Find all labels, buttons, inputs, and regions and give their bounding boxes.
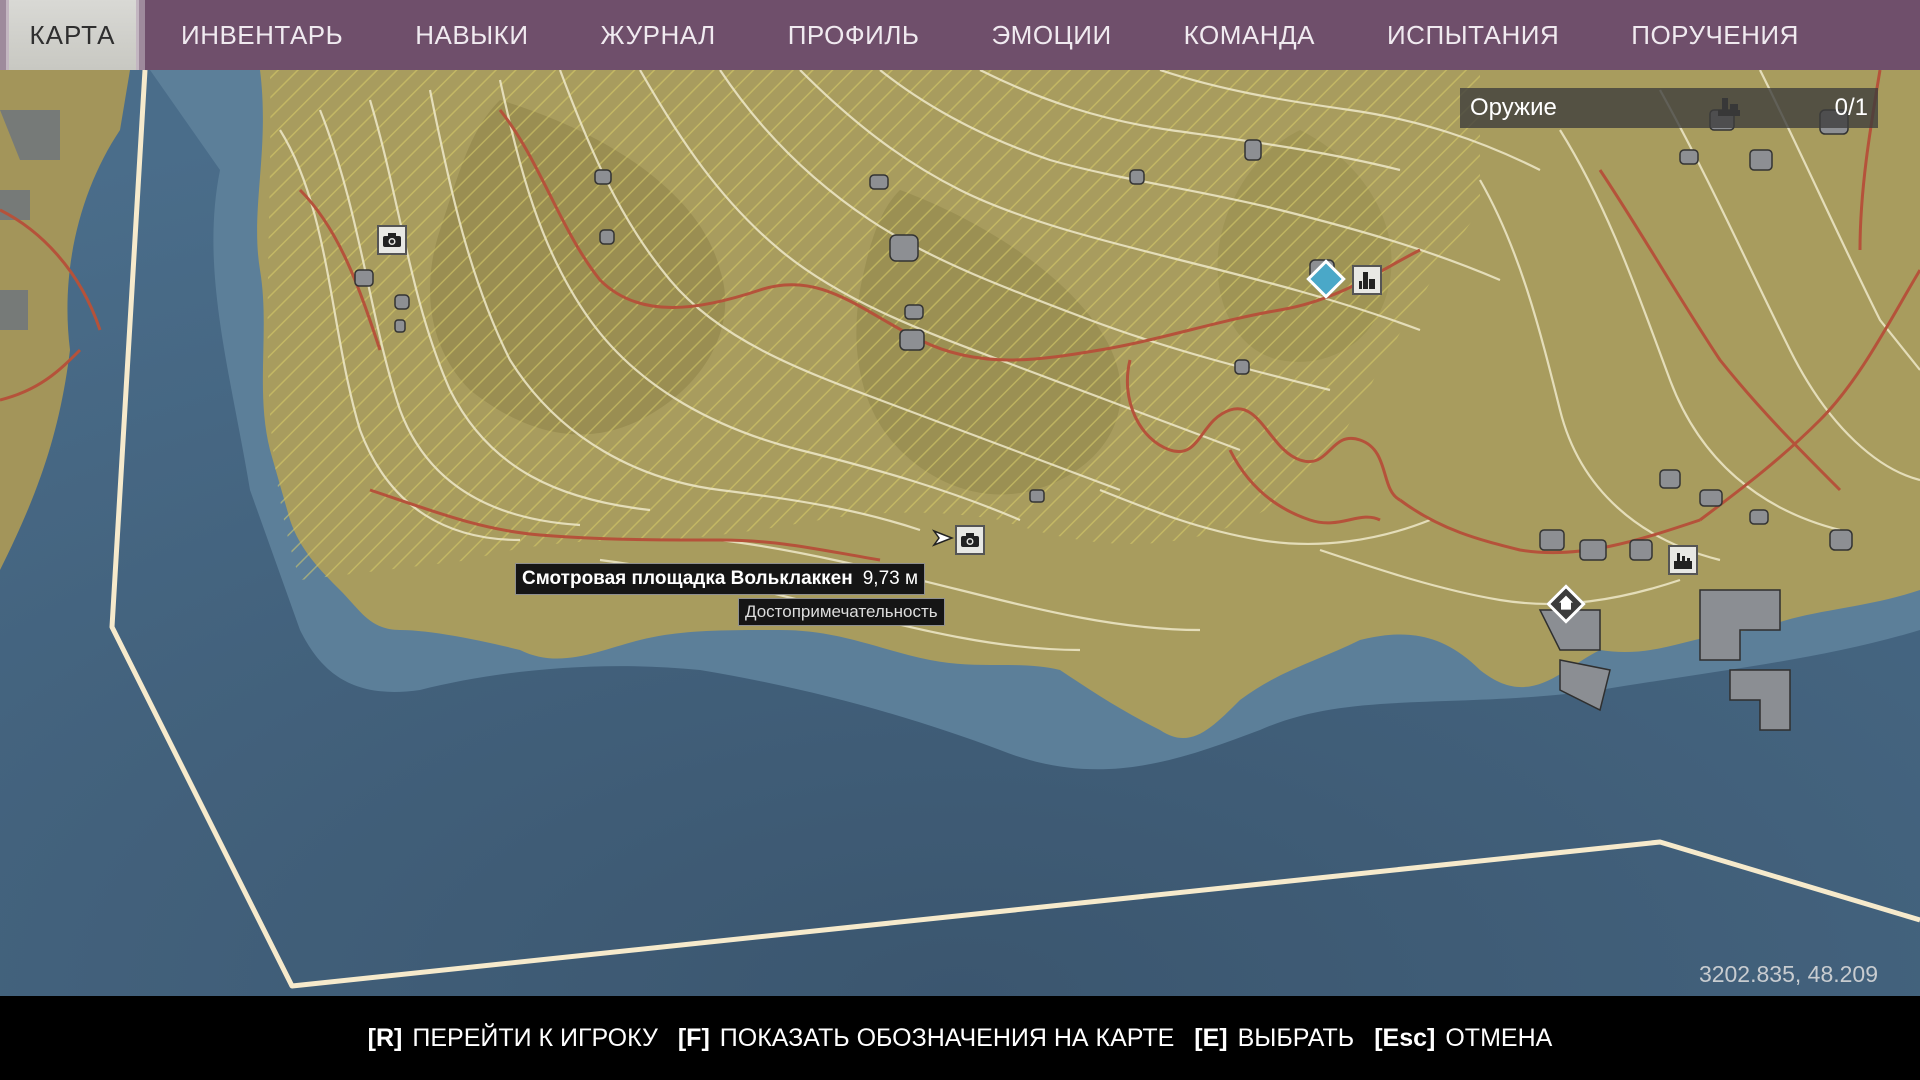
- tab-profile[interactable]: ПРОФИЛЬ: [752, 0, 956, 70]
- objective-panel: Оружие 0/1: [1460, 88, 1878, 128]
- key-e: [E]: [1194, 1023, 1228, 1052]
- tab-emotes[interactable]: ЭМОЦИИ: [955, 0, 1147, 70]
- key-f: [F]: [677, 1023, 710, 1052]
- key-esc: [Esc]: [1374, 1023, 1436, 1052]
- camera-icon[interactable]: [955, 525, 985, 555]
- location-category: Достопримечательность: [738, 598, 945, 626]
- top-navigation: КАРТА ИНВЕНТАРЬ НАВЫКИ ЖУРНАЛ ПРОФИЛЬ ЭМ…: [0, 0, 1920, 70]
- tab-challenges[interactable]: ИСПЫТАНИЯ: [1351, 0, 1595, 70]
- tab-map[interactable]: КАРТА: [0, 0, 145, 70]
- player-marker-icon: [932, 527, 954, 549]
- tab-inventory[interactable]: ИНВЕНТАРЬ: [145, 0, 379, 70]
- location-distance: 9,73 м: [862, 568, 919, 589]
- hint-select[interactable]: [E] ВЫБРАТЬ: [1194, 1024, 1354, 1053]
- location-tooltip: Смотровая площадка Вольклаккен 9,73 м: [515, 563, 926, 595]
- objective-progress: 0/1: [1834, 94, 1868, 121]
- tower-icon[interactable]: [1352, 265, 1382, 295]
- tab-team[interactable]: КОМАНДА: [1148, 0, 1351, 70]
- control-hints: [R] ПЕРЕЙТИ К ИГРОКУ [F] ПОКАЗАТЬ ОБОЗНА…: [0, 996, 1920, 1080]
- hint-go-to-player[interactable]: [R] ПЕРЕЙТИ К ИГРОКУ: [368, 1024, 658, 1053]
- factory-icon[interactable]: [1668, 545, 1698, 575]
- tab-skills[interactable]: НАВЫКИ: [379, 0, 564, 70]
- coordinates-readout: 3202.835, 48.209: [1698, 961, 1878, 987]
- objective-label: Оружие: [1470, 94, 1557, 121]
- world-map[interactable]: Оружие 0/1 Смотровая площадка Вольклакке…: [0, 70, 1920, 996]
- tab-journal[interactable]: ЖУРНАЛ: [565, 0, 752, 70]
- camera-icon[interactable]: [377, 225, 407, 255]
- hint-cancel[interactable]: [Esc] ОТМЕНА: [1374, 1024, 1552, 1053]
- key-r: [R]: [367, 1023, 403, 1052]
- tab-missions[interactable]: ПОРУЧЕНИЯ: [1595, 0, 1835, 70]
- hint-show-legend[interactable]: [F] ПОКАЗАТЬ ОБОЗНАЧЕНИЯ НА КАРТЕ: [678, 1024, 1174, 1053]
- location-name: Смотровая площадка Вольклаккен: [522, 568, 853, 589]
